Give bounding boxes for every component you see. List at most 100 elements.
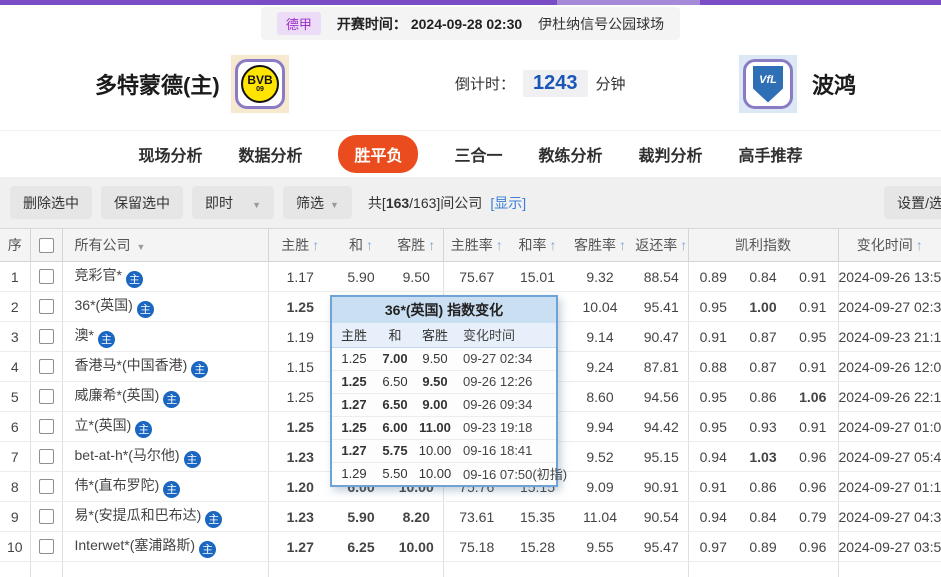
header-home-odds[interactable]: 主胜: [268, 229, 332, 262]
rate-return: 90.91: [635, 472, 688, 502]
nav-tab-5[interactable]: 裁判分析: [639, 142, 703, 166]
count-suffix: /163]间公司: [409, 195, 482, 211]
countdown: 倒计时： 1243 分钟: [455, 70, 626, 97]
odds-home[interactable]: 1.15: [268, 352, 332, 382]
select-all-checkbox[interactable]: [39, 238, 54, 253]
header-home-rate[interactable]: 主胜率: [443, 229, 510, 262]
odds-home[interactable]: 1.25: [268, 382, 332, 412]
company-cell[interactable]: Interwet*(塞浦路斯)主: [62, 532, 268, 562]
row-checkbox[interactable]: [39, 329, 54, 344]
kelly-draw: 0.86: [738, 472, 788, 502]
rate-draw: 15.35: [510, 502, 565, 532]
bvb-crest-text: BVB: [247, 75, 272, 86]
company-cell[interactable]: 立*(英国)主: [62, 412, 268, 442]
header-return-rate[interactable]: 返还率: [635, 229, 688, 262]
kelly-home: 0.91: [688, 322, 738, 352]
header-select-all[interactable]: [30, 229, 62, 262]
change-time: 2024-09-27 05:40: [838, 442, 941, 472]
popup-odds-draw: 5.50: [376, 462, 414, 485]
home-team-logo: BVB 09: [231, 55, 289, 113]
header-company[interactable]: 所有公司: [62, 229, 268, 262]
kelly-draw: 0.84: [738, 502, 788, 532]
odds-draw[interactable]: 6.25: [332, 532, 390, 562]
change-time: 2024-09-27 01:12: [838, 472, 941, 502]
count-selected: 163: [386, 195, 409, 211]
rate-away: 8.60: [565, 382, 635, 412]
empty-cell: [30, 562, 62, 577]
nav-tab-1[interactable]: 数据分析: [238, 142, 302, 166]
company-cell[interactable]: bet-at-h*(马尔他)主: [62, 442, 268, 472]
nav-tab-6[interactable]: 高手推荐: [739, 142, 803, 166]
rate-away: 9.55: [565, 532, 635, 562]
popup-odds-home: 1.29: [332, 462, 376, 485]
kelly-home: 0.94: [688, 442, 738, 472]
popup-row: 1.275.7510.0009-16 18:41: [332, 439, 556, 462]
odds-home[interactable]: 1.17: [268, 262, 332, 292]
row-checkbox[interactable]: [39, 389, 54, 404]
row-checkbox[interactable]: [39, 479, 54, 494]
row-checkbox[interactable]: [39, 539, 54, 554]
odds-away[interactable]: 8.20: [390, 502, 443, 532]
odds-away[interactable]: 10.00: [390, 532, 443, 562]
show-link[interactable]: [显示]: [490, 193, 526, 213]
row-checkbox[interactable]: [39, 419, 54, 434]
filter-dropdown[interactable]: 筛选: [283, 186, 352, 219]
row-seq: 3: [0, 322, 30, 352]
delete-selected-button[interactable]: 删除选中: [10, 186, 92, 219]
kelly-away: 0.91: [788, 292, 838, 322]
odds-home[interactable]: 1.23: [268, 442, 332, 472]
row-checkbox-cell: [30, 322, 62, 352]
company-cell[interactable]: 香港马*(中国香港)主: [62, 352, 268, 382]
vfl-crest-icon: VfL: [753, 66, 783, 103]
row-checkbox[interactable]: [39, 299, 54, 314]
popup-header-draw: 和: [376, 323, 414, 347]
nav-tab-4[interactable]: 教练分析: [539, 142, 603, 166]
header-draw-odds[interactable]: 和: [332, 229, 390, 262]
home-badge-icon: 主: [137, 301, 154, 318]
nav-tab-2[interactable]: 胜平负: [338, 135, 418, 173]
company-cell[interactable]: 竞彩官*主: [62, 262, 268, 292]
popup-odds-home: 1.27: [332, 393, 376, 416]
company-cell[interactable]: 伟*(直布罗陀)主: [62, 472, 268, 502]
odds-home[interactable]: 1.23: [268, 502, 332, 532]
odds-away[interactable]: 9.50: [390, 262, 443, 292]
odds-home[interactable]: 1.20: [268, 472, 332, 502]
table-row: 9易*(安提瓜和巴布达)主1.235.908.2073.6115.3511.04…: [0, 502, 941, 532]
company-name: 香港马*(中国香港): [75, 357, 188, 373]
row-checkbox[interactable]: [39, 359, 54, 374]
header-change-time[interactable]: 变化时间: [838, 229, 941, 262]
popup-table-body: 1.257.009.5009-27 02:341.256.509.5009-26…: [332, 347, 556, 485]
popup-change-time: 09-27 02:34: [456, 347, 556, 370]
popup-odds-away: 9.50: [414, 370, 456, 393]
odds-home[interactable]: 1.27: [268, 532, 332, 562]
nav-tab-0[interactable]: 现场分析: [138, 142, 202, 166]
keep-selected-button[interactable]: 保留选中: [101, 186, 183, 219]
popup-row: 1.256.509.5009-26 12:26: [332, 370, 556, 393]
kickoff-time: 2024-09-28 02:30: [411, 16, 522, 32]
company-cell[interactable]: 澳*主: [62, 322, 268, 352]
home-logo-frame: BVB 09: [235, 59, 285, 109]
row-checkbox[interactable]: [39, 269, 54, 284]
header-draw-rate[interactable]: 和率: [510, 229, 565, 262]
header-away-rate[interactable]: 客胜率: [565, 229, 635, 262]
change-time: 2024-09-27 01:09: [838, 412, 941, 442]
popup-change-time: 09-26 09:34: [456, 393, 556, 416]
odds-home[interactable]: 1.19: [268, 322, 332, 352]
nav-tab-3[interactable]: 三合一: [454, 142, 502, 166]
row-checkbox[interactable]: [39, 509, 54, 524]
odds-draw[interactable]: 5.90: [332, 502, 390, 532]
rate-draw: 15.28: [510, 532, 565, 562]
time-filter-dropdown[interactable]: 即时: [192, 186, 274, 219]
odds-home[interactable]: 1.25: [268, 412, 332, 442]
odds-draw[interactable]: 5.90: [332, 262, 390, 292]
company-cell[interactable]: 易*(安提瓜和巴布达)主: [62, 502, 268, 532]
row-checkbox[interactable]: [39, 449, 54, 464]
header-away-odds[interactable]: 客胜: [390, 229, 443, 262]
company-name: Interwet*(塞浦路斯): [75, 537, 196, 553]
kelly-draw: 1.03: [738, 442, 788, 472]
company-cell[interactable]: 36*(英国)主: [62, 292, 268, 322]
company-cell[interactable]: 威廉希*(英国)主: [62, 382, 268, 412]
settings-button[interactable]: 设置/选择: [884, 186, 941, 219]
empty-cell: [268, 562, 332, 577]
odds-home[interactable]: 1.25: [268, 292, 332, 322]
